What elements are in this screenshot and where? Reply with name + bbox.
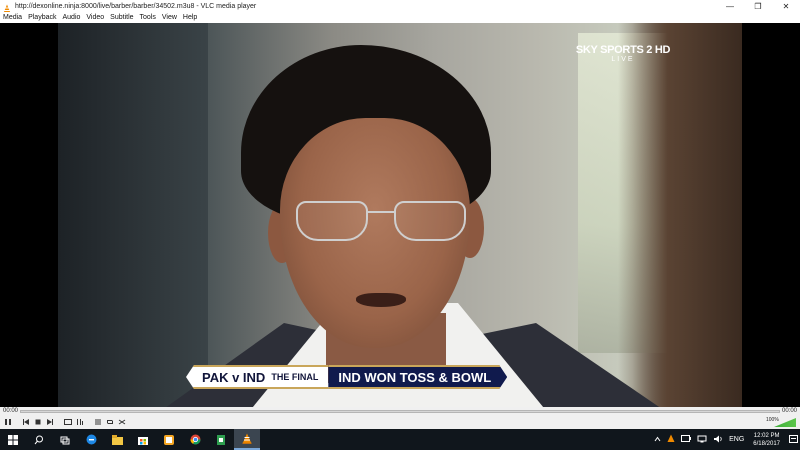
clock-time: 12:02 PM — [753, 432, 780, 439]
glasses-lens-left — [296, 201, 368, 241]
background-left — [58, 23, 208, 407]
vlc-tray-icon[interactable] — [667, 434, 675, 445]
menu-video[interactable]: Video — [83, 12, 107, 23]
ticker-match-panel: PAK v IND THE FINAL — [186, 365, 329, 389]
edge-browser-icon[interactable] — [78, 429, 104, 450]
previous-icon[interactable] — [20, 417, 31, 427]
next-icon[interactable] — [44, 417, 55, 427]
stop-icon[interactable] — [32, 417, 43, 427]
glasses-bridge — [368, 211, 394, 213]
volume-slider[interactable]: 100% — [766, 416, 796, 428]
ticker-message: IND WON TOSS & BOWL — [328, 365, 507, 389]
menu-tools[interactable]: Tools — [137, 12, 159, 23]
menu-media[interactable]: Media — [0, 12, 25, 23]
chrome-icon[interactable] — [182, 429, 208, 450]
channel-live-label: LIVE — [611, 56, 635, 63]
glasses-lens-right — [394, 201, 466, 241]
player-controls: 00:00 00:00 100% — [0, 407, 800, 429]
mouth — [356, 293, 406, 307]
clock[interactable]: 12:02 PM 6/18/2017 — [753, 432, 780, 448]
score-ticker: PAK v IND THE FINAL IND WON TOSS & BOWL — [186, 365, 507, 389]
playlist-icon[interactable] — [92, 417, 103, 427]
elapsed-time: 00:00 — [3, 408, 19, 414]
fullscreen-icon[interactable] — [62, 417, 73, 427]
chevron-up-icon[interactable] — [654, 436, 661, 444]
system-tray: ENG 12:02 PM 6/18/2017 — [651, 429, 800, 450]
window-title: http://dexonline.ninja:8000/live/barber/… — [15, 2, 257, 10]
notification-icon[interactable] — [786, 429, 800, 450]
ticker-match: PAK v IND — [202, 369, 266, 385]
windows-start-icon[interactable] — [0, 429, 26, 450]
file-explorer-icon[interactable] — [104, 429, 130, 450]
volume-level: 100% — [766, 417, 779, 423]
minimize-button[interactable]: — — [716, 0, 744, 12]
shuffle-icon[interactable] — [116, 417, 127, 427]
search-icon[interactable] — [26, 429, 52, 450]
ticker-round: THE FINAL — [271, 372, 319, 382]
speaker-icon[interactable] — [713, 435, 723, 445]
seek-bar: 00:00 00:00 — [0, 407, 800, 415]
menu-view[interactable]: View — [159, 12, 180, 23]
close-button[interactable]: ✕ — [772, 0, 800, 12]
menu-audio[interactable]: Audio — [59, 12, 83, 23]
spreadsheet-icon[interactable] — [208, 429, 234, 450]
loop-icon[interactable] — [104, 417, 115, 427]
title-bar: http://dexonline.ninja:8000/live/barber/… — [0, 0, 800, 14]
menu-bar: Media Playback Audio Video Subtitle Tool… — [0, 12, 800, 23]
network-icon[interactable] — [697, 435, 707, 445]
video-frame — [58, 23, 742, 407]
channel-logo: SKY SPORTS 2 HD LIVE — [563, 44, 683, 63]
video-area[interactable]: SKY SPORTS 2 HD LIVE PAK v IND THE FINAL… — [0, 23, 800, 407]
taskbar: ENG 12:02 PM 6/18/2017 — [0, 429, 800, 450]
task-view-icon[interactable] — [52, 429, 78, 450]
total-time: 00:00 — [781, 408, 797, 414]
menu-subtitle[interactable]: Subtitle — [107, 12, 136, 23]
seek-slider[interactable] — [20, 410, 780, 413]
menu-playback[interactable]: Playback — [25, 12, 59, 23]
language-indicator[interactable]: ENG — [729, 436, 744, 443]
background-door — [618, 23, 742, 407]
app-icon-orange[interactable] — [156, 429, 182, 450]
vlc-taskbar-icon[interactable] — [234, 429, 260, 450]
pause-icon[interactable] — [2, 417, 13, 427]
vlc-icon — [2, 1, 12, 14]
battery-icon[interactable] — [681, 435, 692, 444]
store-icon[interactable] — [130, 429, 156, 450]
channel-logo-name: SKY SPORTS 2 HD — [575, 44, 671, 56]
extended-settings-icon[interactable] — [74, 417, 85, 427]
glasses — [296, 201, 468, 245]
menu-help[interactable]: Help — [180, 12, 200, 23]
maximize-button[interactable]: ❐ — [744, 0, 772, 12]
clock-date: 6/18/2017 — [753, 440, 780, 447]
